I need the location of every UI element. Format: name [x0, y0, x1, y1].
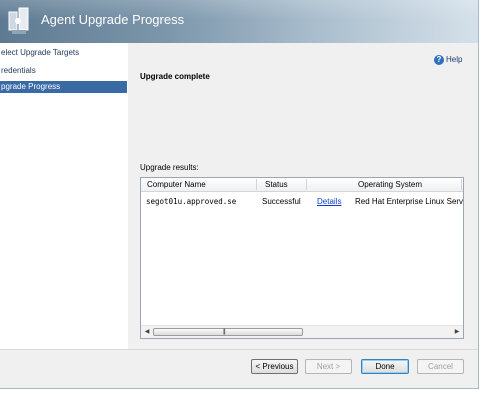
column-header-status[interactable]: Status [265, 178, 288, 191]
cell-status: Successful [262, 197, 301, 206]
main-panel: ? Help Upgrade complete Upgrade results: … [128, 43, 478, 349]
agent-upgrade-icon [8, 7, 29, 34]
results-list[interactable]: Computer Name Status Operating System se… [140, 177, 464, 339]
sidebar-item-upgrade-progress[interactable]: pgrade Progress [0, 81, 127, 93]
column-header-operating-system[interactable]: Operating System [358, 178, 422, 191]
column-header-computer-name[interactable]: Computer Name [147, 178, 206, 191]
scroll-right-arrow-icon[interactable]: ▶ [452, 327, 462, 337]
next-button[interactable]: Next > [305, 359, 352, 374]
wizard-steps-sidebar: elect Upgrade Targets redentials pgrade … [0, 43, 128, 349]
window-title: Agent Upgrade Progress [41, 12, 185, 27]
title-banner: Agent Upgrade Progress [0, 0, 478, 43]
column-separator[interactable] [256, 179, 257, 190]
scrollbar-thumb[interactable]: ||| [153, 328, 303, 336]
cell-operating-system: Red Hat Enterprise Linux Server r [355, 197, 463, 206]
cell-computer-name: segot01u.approved.se [146, 197, 237, 206]
footer-divider [0, 349, 478, 350]
results-label: Upgrade results: [140, 163, 199, 172]
table-row[interactable]: segot01u.approved.se Successful Details … [141, 196, 463, 208]
cancel-button[interactable]: Cancel [417, 359, 464, 374]
sidebar-item-select-upgrade-targets[interactable]: elect Upgrade Targets [0, 47, 127, 59]
column-separator[interactable] [461, 179, 462, 190]
wizard-window: Agent Upgrade Progress elect Upgrade Tar… [0, 0, 479, 389]
page-heading: Upgrade complete [140, 72, 210, 81]
column-separator[interactable] [306, 179, 307, 190]
scroll-left-arrow-icon[interactable]: ◀ [142, 327, 152, 337]
details-link[interactable]: Details [317, 196, 347, 208]
help-label: Help [446, 55, 463, 64]
help-icon: ? [434, 55, 444, 65]
horizontal-scrollbar[interactable]: ◀ ||| ▶ [141, 325, 463, 338]
previous-button[interactable]: < Previous [251, 359, 298, 374]
sidebar-item-credentials[interactable]: redentials [0, 65, 127, 77]
grip-icon: ||| [223, 329, 226, 335]
done-button[interactable]: Done [361, 359, 409, 374]
results-list-header: Computer Name Status Operating System [141, 178, 463, 192]
help-link[interactable]: ? Help [434, 54, 462, 66]
